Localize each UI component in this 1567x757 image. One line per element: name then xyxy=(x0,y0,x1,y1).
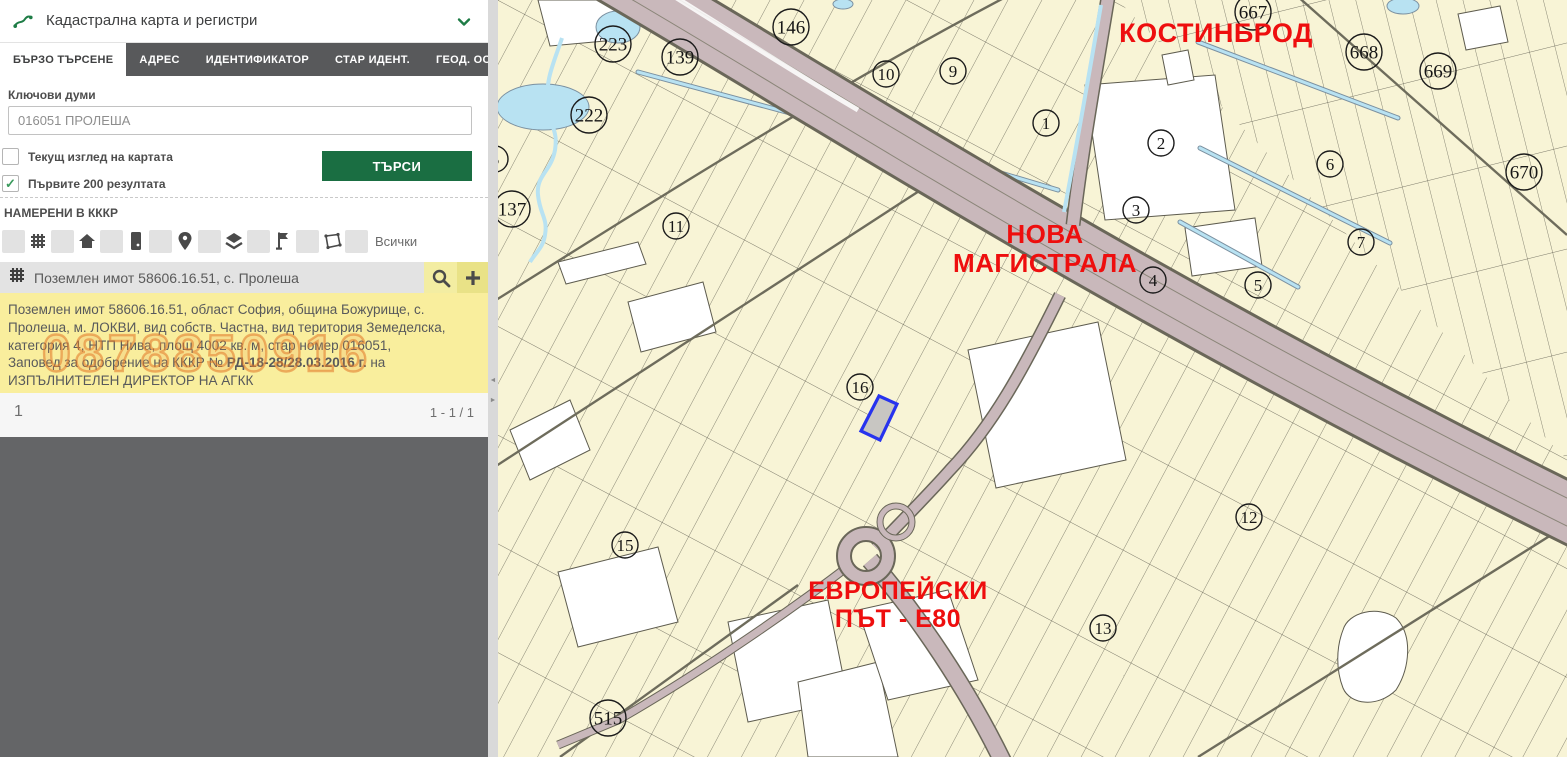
filter-checkbox-building[interactable] xyxy=(51,230,74,253)
collapse-left-icon[interactable]: ◄ xyxy=(488,376,498,386)
filter-checkbox-point[interactable] xyxy=(149,230,172,253)
filter-checkbox-layers[interactable] xyxy=(198,230,221,253)
filter-all-label[interactable]: Всички xyxy=(375,234,417,249)
layer-dropdown-label: Кадастрална карта и регистри xyxy=(46,12,257,29)
filter-checkbox-all[interactable] xyxy=(345,230,368,253)
map-viewport[interactable]: 1462231392226676686696701091236745137111… xyxy=(498,0,1567,757)
svg-text:139: 139 xyxy=(666,47,695,68)
svg-text:12: 12 xyxy=(1241,508,1258,527)
svg-text:223: 223 xyxy=(599,34,628,55)
add-result-button[interactable] xyxy=(457,262,488,293)
svg-text:5: 5 xyxy=(1254,276,1263,295)
svg-text:7: 7 xyxy=(1357,233,1366,252)
first-200-checkbox[interactable]: ✓ xyxy=(2,175,19,192)
filter-checkbox-polygon[interactable] xyxy=(296,230,319,253)
grid-icon[interactable] xyxy=(28,230,48,252)
svg-text:146: 146 xyxy=(777,17,806,38)
building-icon[interactable] xyxy=(126,230,146,252)
filter-checkbox-flag[interactable] xyxy=(247,230,270,253)
sidebar: Кадастрална карта и регистри БЪРЗО ТЪРСЕ… xyxy=(0,0,488,757)
current-view-checkbox[interactable] xyxy=(2,148,19,165)
page-number[interactable]: 1 xyxy=(14,403,23,421)
result-title: Поземлен имот 58606.16.51, с. Пролеша xyxy=(34,270,424,286)
grid-icon xyxy=(8,266,26,289)
svg-text:668: 668 xyxy=(1350,42,1379,63)
panel-splitter[interactable]: ◄ ► xyxy=(488,0,498,757)
keywords-input[interactable] xyxy=(8,106,472,135)
pagination: 1 1 - 1 / 1 xyxy=(0,393,488,437)
first-200-label: Първите 200 резултата xyxy=(28,177,166,191)
svg-text:2: 2 xyxy=(1157,134,1166,153)
svg-text:16: 16 xyxy=(852,378,869,397)
svg-text:13: 13 xyxy=(1095,619,1112,638)
details-order-number: РД-18-28/28.03.2016 г. xyxy=(227,355,367,370)
current-view-label: Текущ изглед на картата xyxy=(28,150,173,164)
svg-text:669: 669 xyxy=(1424,61,1453,82)
tab-old-ident[interactable]: СТАР ИДЕНТ. xyxy=(322,43,423,76)
search-panel: Кадастрална карта и регистри БЪРЗО ТЪРСЕ… xyxy=(0,0,488,437)
app-window: Кадастрална карта и регистри БЪРЗО ТЪРСЕ… xyxy=(0,0,1567,757)
search-tabs: БЪРЗО ТЪРСЕНЕ АДРЕС ИДЕНТИФИКАТОР СТАР И… xyxy=(0,43,488,76)
flag-icon[interactable] xyxy=(273,230,293,252)
svg-text:ЕВРОПЕЙСКИПЪТ - Е80: ЕВРОПЕЙСКИПЪТ - Е80 xyxy=(808,575,987,633)
svg-text:137: 137 xyxy=(498,199,526,220)
svg-text:10: 10 xyxy=(878,65,895,84)
svg-text:11: 11 xyxy=(668,217,684,236)
plus-icon xyxy=(464,269,482,287)
svg-text:3: 3 xyxy=(1132,201,1141,220)
search-button[interactable]: ТЪРСИ xyxy=(322,151,472,181)
app-icon xyxy=(12,11,34,33)
tab-identifier[interactable]: ИДЕНТИФИКАТОР xyxy=(193,43,322,76)
tab-address[interactable]: АДРЕС xyxy=(126,43,192,76)
keywords-label: Ключови думи xyxy=(8,88,96,102)
tab-quick-search[interactable]: БЪРЗО ТЪРСЕНЕ xyxy=(0,43,126,76)
house-icon[interactable] xyxy=(77,230,97,252)
results-section-title: НАМЕРЕНИ В КККР xyxy=(4,206,118,220)
polygon-icon[interactable] xyxy=(322,230,342,252)
svg-text:КОСТИНБРОД: КОСТИНБРОД xyxy=(1119,18,1313,48)
svg-text:9: 9 xyxy=(949,62,958,81)
filter-checkbox-parcel[interactable] xyxy=(2,230,25,253)
svg-text:515: 515 xyxy=(594,708,623,729)
layers-icon[interactable] xyxy=(224,230,244,252)
chevron-down-icon[interactable] xyxy=(456,14,472,30)
page-range: 1 - 1 / 1 xyxy=(430,405,474,420)
result-type-filters: Всички xyxy=(2,228,417,254)
svg-text:5: 5 xyxy=(498,150,499,169)
zoom-to-result-button[interactable] xyxy=(424,262,457,293)
filter-checkbox-block[interactable] xyxy=(100,230,123,253)
magnifier-icon xyxy=(431,268,451,288)
svg-text:1: 1 xyxy=(1042,114,1051,133)
svg-text:6: 6 xyxy=(1326,155,1335,174)
result-details: Поземлен имот 58606.16.51, област София,… xyxy=(0,293,488,404)
expand-right-icon[interactable]: ► xyxy=(488,396,498,406)
svg-text:4: 4 xyxy=(1149,271,1158,290)
svg-text:15: 15 xyxy=(617,536,634,555)
pin-icon[interactable] xyxy=(175,230,195,252)
layer-dropdown[interactable]: Кадастрална карта и регистри xyxy=(0,0,488,43)
result-actions xyxy=(424,262,488,293)
svg-text:670: 670 xyxy=(1510,162,1539,183)
result-row[interactable]: Поземлен имот 58606.16.51, с. Пролеша xyxy=(0,262,488,293)
svg-text:222: 222 xyxy=(575,105,604,126)
cadastral-map[interactable]: 1462231392226676686696701091236745137111… xyxy=(498,0,1567,757)
divider-dashed xyxy=(0,197,488,198)
